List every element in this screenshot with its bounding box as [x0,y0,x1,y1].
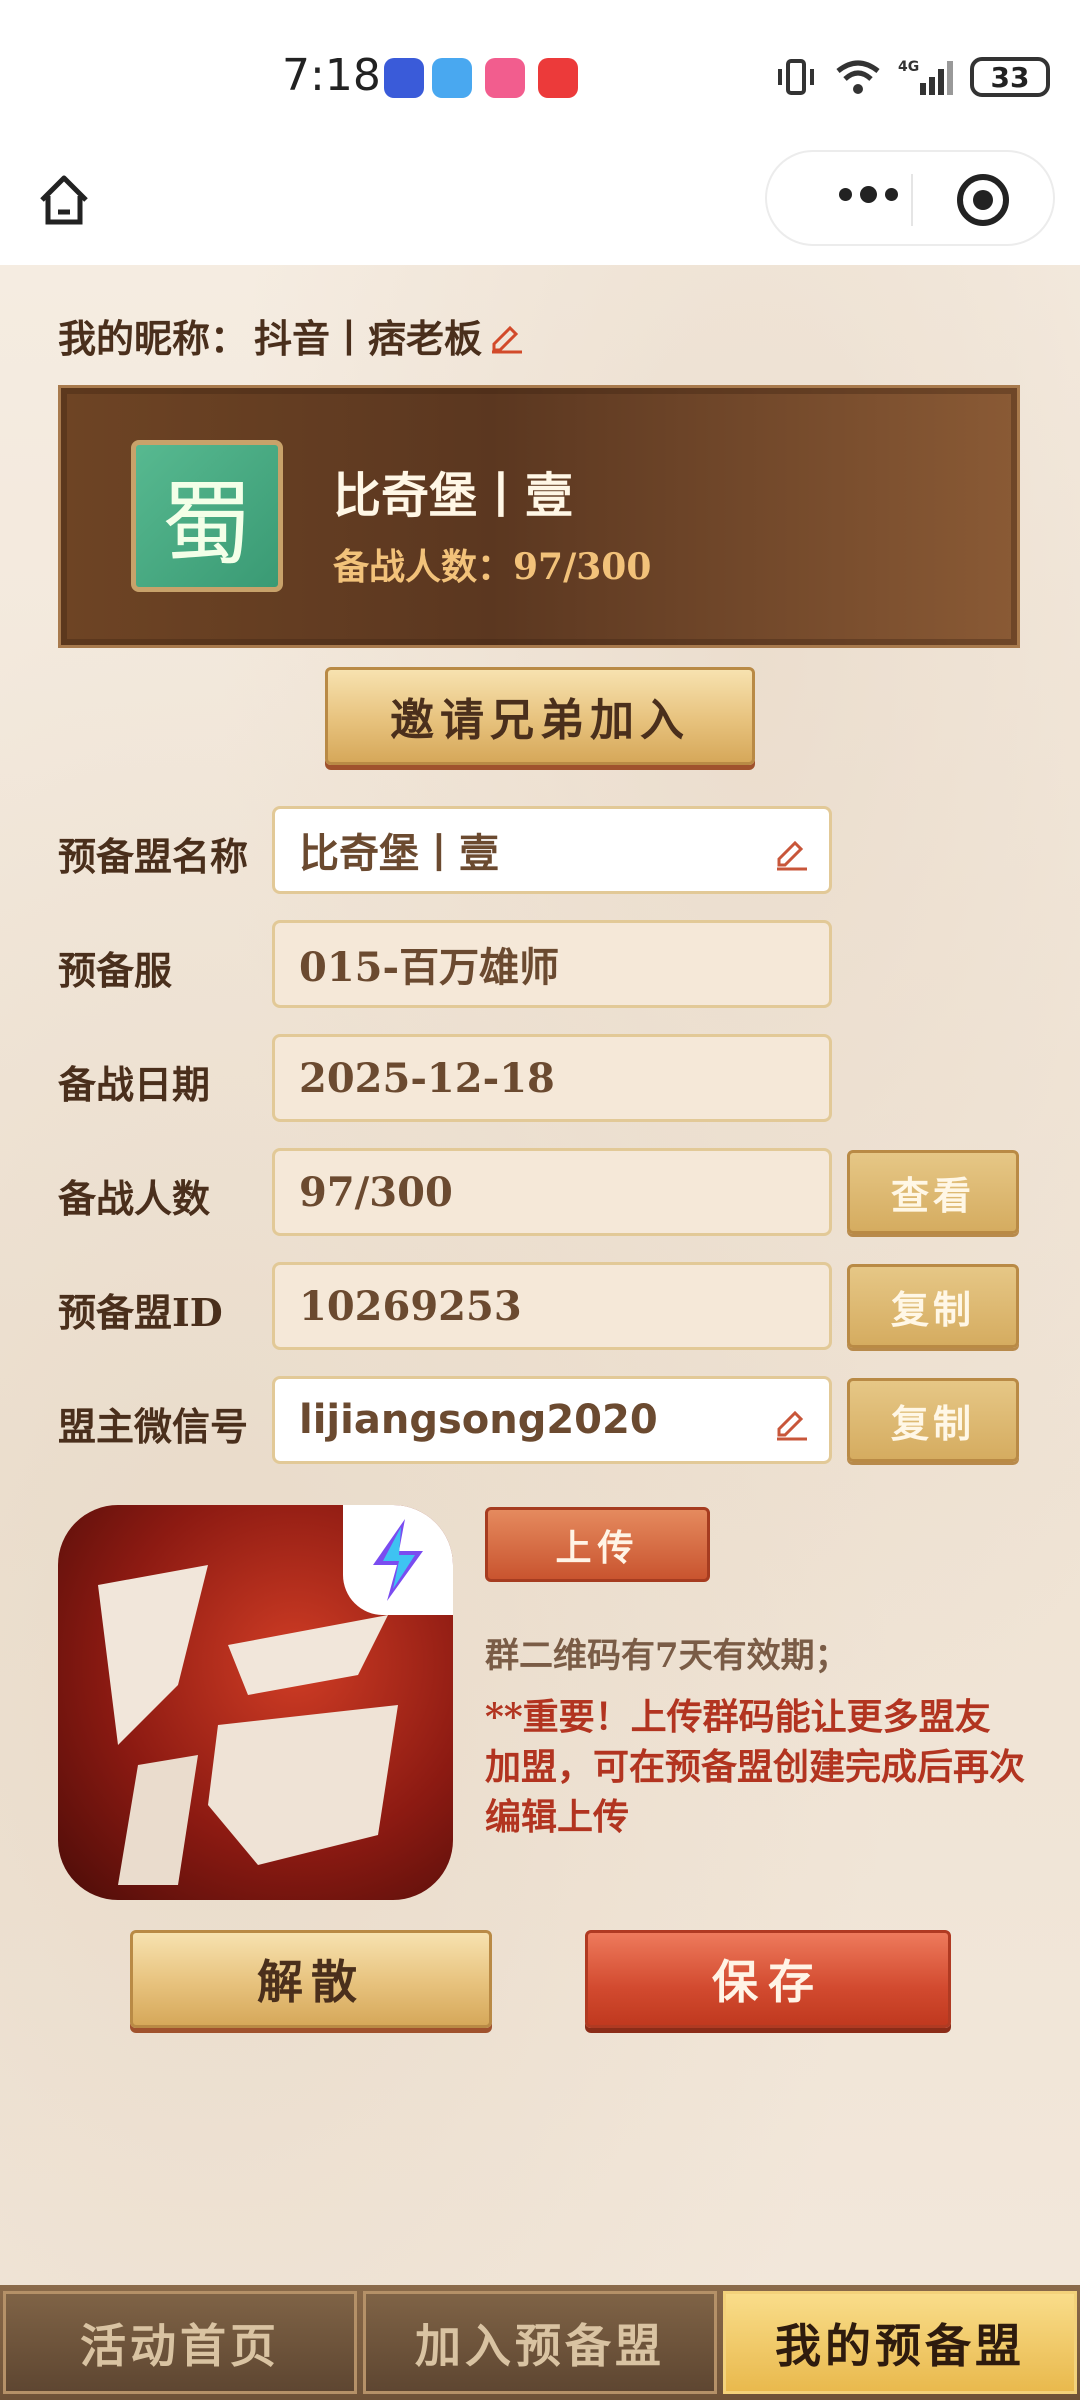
server-value: 015-百万雄师 [299,944,560,991]
tieba-app-icon [384,58,424,98]
target-close-icon[interactable] [957,174,1009,226]
group-qr-image[interactable] [58,1505,453,1900]
capsule-divider [911,174,913,226]
nickname-label: 我的昵称： [58,316,249,361]
leader-wechat-field[interactable]: lijiangsong2020 [272,1376,832,1464]
qr-validity-note: 群二维码有7天有效期； [485,1636,849,1676]
invite-brothers-button[interactable]: 邀请兄弟加入 [325,667,755,765]
copy-wechat-button[interactable]: 复制 [847,1378,1019,1462]
tab-join-alliance[interactable]: 加入预备盟 [363,2291,717,2394]
tab-my-alliance[interactable]: 我的预备盟 [723,2291,1077,2394]
date-value: 2025-12-18 [299,1054,555,1102]
svg-text:4G: 4G [898,59,919,75]
alliance-name-field[interactable]: 比奇堡丨壹 [272,806,832,894]
alliance-id-value: 10269253 [299,1282,522,1330]
save-button[interactable]: 保存 [585,1930,951,2028]
bilibili-app-icon [485,58,525,98]
more-dots-icon[interactable] [839,186,898,203]
capsule-menu [765,150,1055,246]
lightning-badge-icon [343,1505,453,1615]
mini-program-navbar [0,150,1080,265]
home-icon[interactable] [36,172,92,228]
date-field: 2025-12-18 [272,1034,832,1122]
alliance-card: 蜀 比奇堡丨壹 备战人数：97/300 [58,385,1020,648]
alliance-card-count: 备战人数：97/300 [333,546,652,588]
disband-button[interactable]: 解散 [130,1930,492,2028]
alliance-name-value: 比奇堡丨壹 [299,830,499,877]
view-members-button[interactable]: 查看 [847,1150,1019,1234]
bottom-tab-bar: 活动首页 加入预备盟 我的预备盟 [0,2285,1080,2400]
leader-wechat-value: lijiangsong2020 [299,1397,658,1443]
alliance-card-name: 比奇堡丨壹 [333,468,574,524]
members-field: 97/300 [272,1148,832,1236]
battery-indicator: 33 [970,57,1050,97]
signal-icon: 4G [898,59,953,95]
server-field: 015-百万雄师 [272,920,832,1008]
wifi-icon [836,60,880,94]
edit-nickname-icon[interactable] [488,318,524,354]
edit-wechat-icon[interactable] [773,1403,811,1441]
copy-id-button[interactable]: 复制 [847,1264,1019,1348]
nickname-row: 我的昵称： 抖音丨痞老板 [58,308,524,363]
leader-wechat-label: 盟主微信号 [58,1404,249,1449]
members-label: 备战人数 [58,1176,211,1221]
huawei-store-icon [538,58,578,98]
alliance-id-label: 预备盟ID [58,1290,223,1335]
tab-activity-home[interactable]: 活动首页 [3,2291,357,2394]
upload-qr-button[interactable]: 上传 [485,1507,710,1582]
date-label: 备战日期 [58,1062,211,1107]
vibrate-icon [778,59,814,95]
server-label: 预备服 [58,948,173,993]
nickname-value: 抖音丨痞老板 [254,316,483,361]
status-time: 7:18 [282,50,381,101]
status-bar: 7:18 4G 33 [0,0,1080,150]
weather-app-icon [432,58,472,98]
status-right: 4G 33 [774,52,1050,102]
faction-seal: 蜀 [131,440,283,592]
alliance-id-field: 10269253 [272,1262,832,1350]
qr-important-warning: **重要！上传群码能让更多盟友加盟，可在预备盟创建完成后再次编辑上传 [485,1696,1026,1838]
alliance-name-label: 预备盟名称 [58,834,249,879]
members-value: 97/300 [299,1168,453,1216]
edit-alliance-name-icon[interactable] [773,833,811,871]
